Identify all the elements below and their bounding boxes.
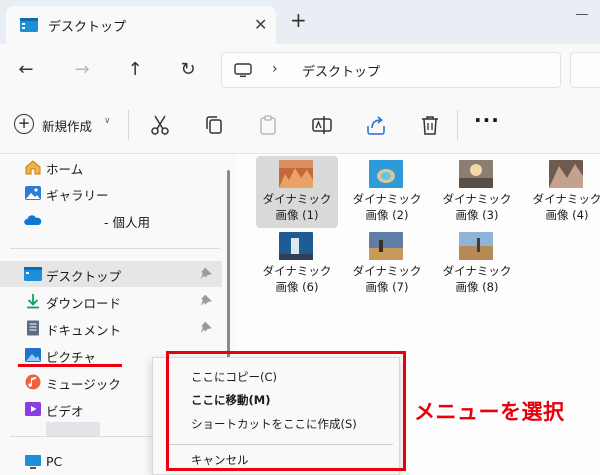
file-name: ダイナミック 画像 (3) [442,192,512,222]
pictures-icon [25,348,41,362]
sidebar-item-label: ダウンロード [46,296,122,311]
image-thumbnail [369,232,403,260]
sidebar-item-label: ギャラリー [46,188,109,203]
chevron-down-icon: ∨ [104,116,111,126]
new-tab-button[interactable]: + [290,10,307,30]
annotation-text: メニューを選択 [414,400,565,424]
file-item[interactable]: ダイナミック 画像 (6) [256,228,338,300]
command-bar: + 新規作成 ∨ ··· [0,96,600,154]
sidebar-item-label: ミュージック [46,377,121,392]
file-item[interactable]: ダイナミック 画像 (2) [346,156,428,228]
documents-icon [27,320,39,336]
videos-icon [25,402,41,416]
address-bar[interactable]: › デスクトップ [221,52,561,88]
file-name: ダイナミック 画像 (2) [352,192,422,222]
sidebar-item-label: ホーム [46,162,84,177]
desktop-icon [20,18,38,32]
minimize-icon[interactable] [576,14,588,15]
tab-strip: デスクトップ ✕ + [0,0,600,44]
home-icon [25,160,41,175]
sidebar-item-gallery[interactable]: ギャラリー [0,180,222,206]
navigation-bar: ← → ↑ ↻ › デスクトップ [0,44,600,96]
file-item[interactable]: ダイナミック 画像 (7) [346,228,428,300]
monitor-icon [234,63,252,77]
toolbar-divider [128,110,129,140]
back-button[interactable]: ← [14,58,38,82]
copy-icon[interactable] [202,113,226,137]
tab-desktop[interactable]: デスクトップ ✕ [6,6,276,44]
sidebar-divider [10,248,220,249]
music-icon [25,374,41,390]
file-name: ダイナミック 画像 (8) [442,264,512,294]
delete-icon[interactable] [418,113,442,137]
forward-button[interactable]: → [70,58,94,82]
close-tab-icon[interactable]: ✕ [254,15,267,34]
search-box[interactable] [570,52,600,88]
file-item[interactable]: ダイナミック 画像 (1) [256,156,338,228]
sidebar-item-label: ビデオ [46,404,84,419]
sidebar-item-desktop[interactable]: デスクトップ [0,261,222,287]
highlight-underline [18,364,122,367]
file-name: ダイナミック 画像 (1) [262,192,332,222]
file-item[interactable]: ダイナミック 画像 (8) [436,228,518,300]
tab-title: デスクトップ [48,20,127,35]
gallery-icon [25,186,41,200]
pin-icon[interactable] [200,321,212,333]
image-thumbnail [459,232,493,260]
paste-icon[interactable] [256,113,280,137]
highlight-box [166,351,406,471]
file-item[interactable]: ダイナミック 画像 (3) [436,156,518,228]
sidebar-item-label: ドキュメント [46,323,122,338]
scissors-icon[interactable] [148,113,172,137]
pc-icon [25,455,41,469]
breadcrumb-desktop[interactable]: デスクトップ [302,61,380,80]
image-thumbnail [459,160,493,188]
file-name: ダイナミック 画像 (7) [352,264,422,294]
breadcrumb-chevron-icon: › [272,61,278,77]
image-thumbnail [279,232,313,260]
sidebar-item-label: PC [46,454,63,469]
sidebar-item-label: デスクトップ [46,269,122,284]
download-icon [27,294,39,309]
sidebar-item-label: - 個人用 [104,215,150,230]
pin-icon[interactable] [200,294,212,306]
refresh-button[interactable]: ↻ [176,58,200,82]
image-thumbnail [279,160,313,188]
image-thumbnail [549,160,583,188]
share-icon[interactable] [364,113,388,137]
sidebar-item-onedrive[interactable]: - 個人用 [0,207,222,436]
onedrive-icon [24,215,42,225]
account-name-redacted [46,422,100,436]
file-item[interactable]: ダイナミック 画像 (4) [526,156,600,228]
image-thumbnail [369,160,403,188]
pin-icon[interactable] [200,267,212,279]
new-label: 新規作成 [42,119,93,134]
rename-icon[interactable] [310,113,334,137]
file-name: ダイナミック 画像 (6) [262,264,332,294]
sidebar-item-downloads[interactable]: ダウンロード [0,288,222,314]
more-options-button[interactable]: ··· [474,108,500,132]
up-button[interactable]: ↑ [123,58,147,82]
plus-circle-icon: + [14,114,34,134]
file-name: ダイナミック 画像 (4) [532,192,600,222]
sidebar-item-documents[interactable]: ドキュメント [0,315,222,341]
desktop-icon [24,267,42,281]
sidebar-item-home[interactable]: ホーム [0,154,222,180]
toolbar-divider [457,110,458,140]
